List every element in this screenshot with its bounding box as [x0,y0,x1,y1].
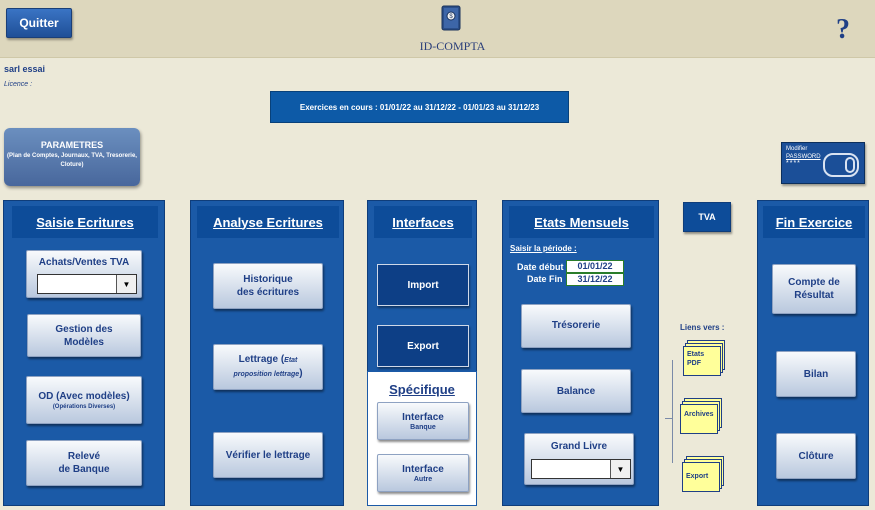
banque-label-1: Interface [402,411,444,423]
gestion-modeles-button[interactable]: Gestion des Modèles [27,314,141,357]
releve-label-2: de Banque [58,464,110,475]
archives-link-label: Archives [684,411,714,418]
historique-button[interactable]: Historique des écritures [213,263,323,309]
company-name: sarl essai [4,64,46,74]
pdf-link-label: Etats PDF [687,350,704,368]
periode-label: Saisir la période : [510,244,577,253]
analyse-title: Analyse Ecritures [197,206,339,238]
app-book-icon: $ [441,5,461,31]
date-fin-label: Date Fin [527,274,563,284]
autre-label-1: Interface [402,463,444,475]
pdf-link[interactable]: Etats PDF [683,340,725,376]
gestion-label-1: Gestion des [55,323,113,335]
compte-label-2: Résultat [794,290,834,301]
interface-autre-button[interactable]: Interface Autre [377,454,469,492]
pdf-label-2: PDF [687,360,701,367]
autre-label-2: Autre [413,475,433,483]
etats-title: Etats Mensuels [509,206,654,238]
grand-livre-label: Grand Livre [550,441,608,452]
lettrage-line-2: proposition lettrage) [233,367,302,381]
tresorerie-label: Trésorerie [551,320,601,331]
pdf-label-1: Etats [687,351,705,358]
tva-button[interactable]: TVA [683,202,731,232]
archives-link[interactable]: Archives [680,398,722,434]
balance-label: Balance [556,385,596,397]
saisie-title: Saisie Ecritures [12,206,158,238]
cloture-label: Clôture [798,450,834,462]
modifier-label: Modifier [786,146,808,152]
chevron-down-icon: ▼ [116,275,136,293]
toggle-icon [823,153,859,177]
historique-label-2: des écritures [236,287,300,298]
lettrage-italic-2: proposition lettrage [233,371,300,378]
top-bar: Quitter $ ID-COMPTA ? [0,0,875,58]
od-label: OD (Avec modèles) [38,390,130,402]
achats-ventes-select[interactable]: ▼ [37,274,137,294]
chevron-down-icon: ▼ [610,460,630,478]
fin-title: Fin Exercice [763,206,865,238]
lettrage-button[interactable]: Lettrage (Etat proposition lettrage) [213,344,323,390]
od-sublabel: (Opérations Diverses) [52,403,116,410]
gestion-label-2: Modèles [63,336,104,348]
export-button[interactable]: Export [377,325,469,367]
lettrage-line-1: Lettrage (Etat [239,353,298,367]
compte-resultat-button[interactable]: Compte de Résultat [772,264,856,314]
releve-label-1: Relevé [67,451,101,462]
date-debut-input[interactable]: 01/01/22 [566,260,624,273]
export-link[interactable]: Export [682,456,724,492]
date-debut-label: Date début [517,262,564,272]
help-icon[interactable]: ? [836,14,850,46]
lettrage-label: Lettrage ( [238,354,285,365]
grand-livre-select[interactable]: ▼ [531,459,631,479]
link-connector-tick [665,418,673,419]
releve-banque-button[interactable]: Relevé de Banque [26,440,142,486]
quit-button[interactable]: Quitter [6,8,72,38]
tresorerie-button[interactable]: Trésorerie [521,304,631,348]
parametres-subtitle: (Plan de Comptes, Journaux, TVA, Tresore… [7,153,137,168]
verifier-label: Vérifier le lettrage [225,449,311,461]
balance-button[interactable]: Balance [521,369,631,413]
link-connector [672,360,673,463]
bilan-label: Bilan [803,368,829,380]
achats-ventes-label: Achats/Ventes TVA [38,257,130,268]
historique-label-1: Historique [243,274,293,285]
cloture-button[interactable]: Clôture [776,433,856,479]
verifier-lettrage-button[interactable]: Vérifier le lettrage [213,432,323,478]
specifique-title: Spécifique [389,382,455,397]
licence-label: Licence : [4,81,33,88]
liens-label: Liens vers : [680,323,725,332]
app-title: ID-COMPTA [419,39,486,53]
exercices-banner: Exercices en cours : 01/01/22 au 31/12/2… [270,91,569,123]
interface-banque-button[interactable]: Interface Banque [377,402,469,440]
compte-label-1: Compte de [788,277,840,288]
parametres-title: PARAMETRES [40,140,104,150]
bilan-button[interactable]: Bilan [776,351,856,397]
lettrage-italic-1: Etat [284,357,298,364]
od-button[interactable]: OD (Avec modèles) (Opérations Diverses) [26,376,142,424]
banque-label-2: Banque [410,423,436,431]
interfaces-title: Interfaces [374,206,472,238]
import-button[interactable]: Import [377,264,469,306]
lettrage-end: ) [299,368,303,379]
date-fin-input[interactable]: 31/12/22 [566,273,624,286]
modify-password-button[interactable]: Modifier PASSWORD **** [781,142,865,184]
parametres-button[interactable]: PARAMETRES (Plan de Comptes, Journaux, T… [4,128,140,186]
export-link-label: Export [686,473,709,480]
